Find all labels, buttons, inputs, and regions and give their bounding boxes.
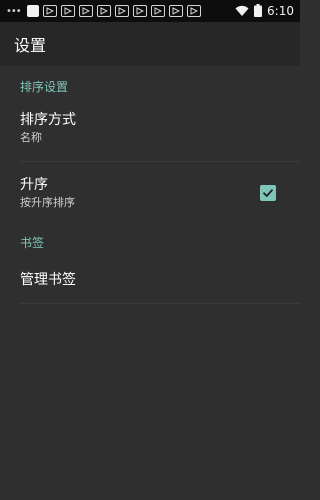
play-icon [42, 5, 57, 17]
wifi-icon [235, 2, 249, 21]
system-status: 6:10 [235, 0, 294, 22]
section-header-bookmarks: 书签 [20, 236, 45, 250]
battery-icon [254, 2, 263, 21]
play-icon [132, 5, 147, 17]
pref-manage-bookmarks[interactable]: 管理书签 [0, 267, 300, 303]
clock-time: 6:10 [267, 4, 294, 18]
play-icon [78, 5, 93, 17]
divider [20, 303, 300, 304]
pref-manage-bookmarks-title: 管理书签 [20, 272, 76, 288]
play-icon [60, 5, 75, 17]
notification-icons: ••• [0, 5, 201, 17]
overflow-dots-icon: ••• [6, 5, 22, 17]
section-header-sort: 排序设置 [20, 80, 69, 94]
settings-list: 排序设置 排序方式 名称 升序 按升序排序 书签 管理书签 [0, 66, 300, 304]
pref-sort-method-summary: 名称 [20, 131, 42, 144]
play-icon [150, 5, 165, 17]
pref-ascending-title: 升序 [20, 177, 48, 193]
play-icon [114, 5, 129, 17]
app-bar: 设置 [0, 22, 300, 66]
play-icon [168, 5, 183, 17]
play-icon [186, 5, 201, 17]
page-title: 设置 [14, 36, 47, 55]
status-bar: ••• 6:10 [0, 0, 300, 22]
square-icon [26, 5, 39, 17]
pref-ascending[interactable]: 升序 按升序排序 [0, 162, 300, 224]
ascending-checkbox[interactable] [260, 185, 276, 201]
checkmark-icon [263, 189, 273, 197]
play-icon [96, 5, 111, 17]
pref-sort-method[interactable]: 排序方式 名称 [0, 107, 300, 161]
pref-sort-method-title: 排序方式 [20, 112, 76, 128]
pref-ascending-summary: 按升序排序 [20, 196, 75, 209]
